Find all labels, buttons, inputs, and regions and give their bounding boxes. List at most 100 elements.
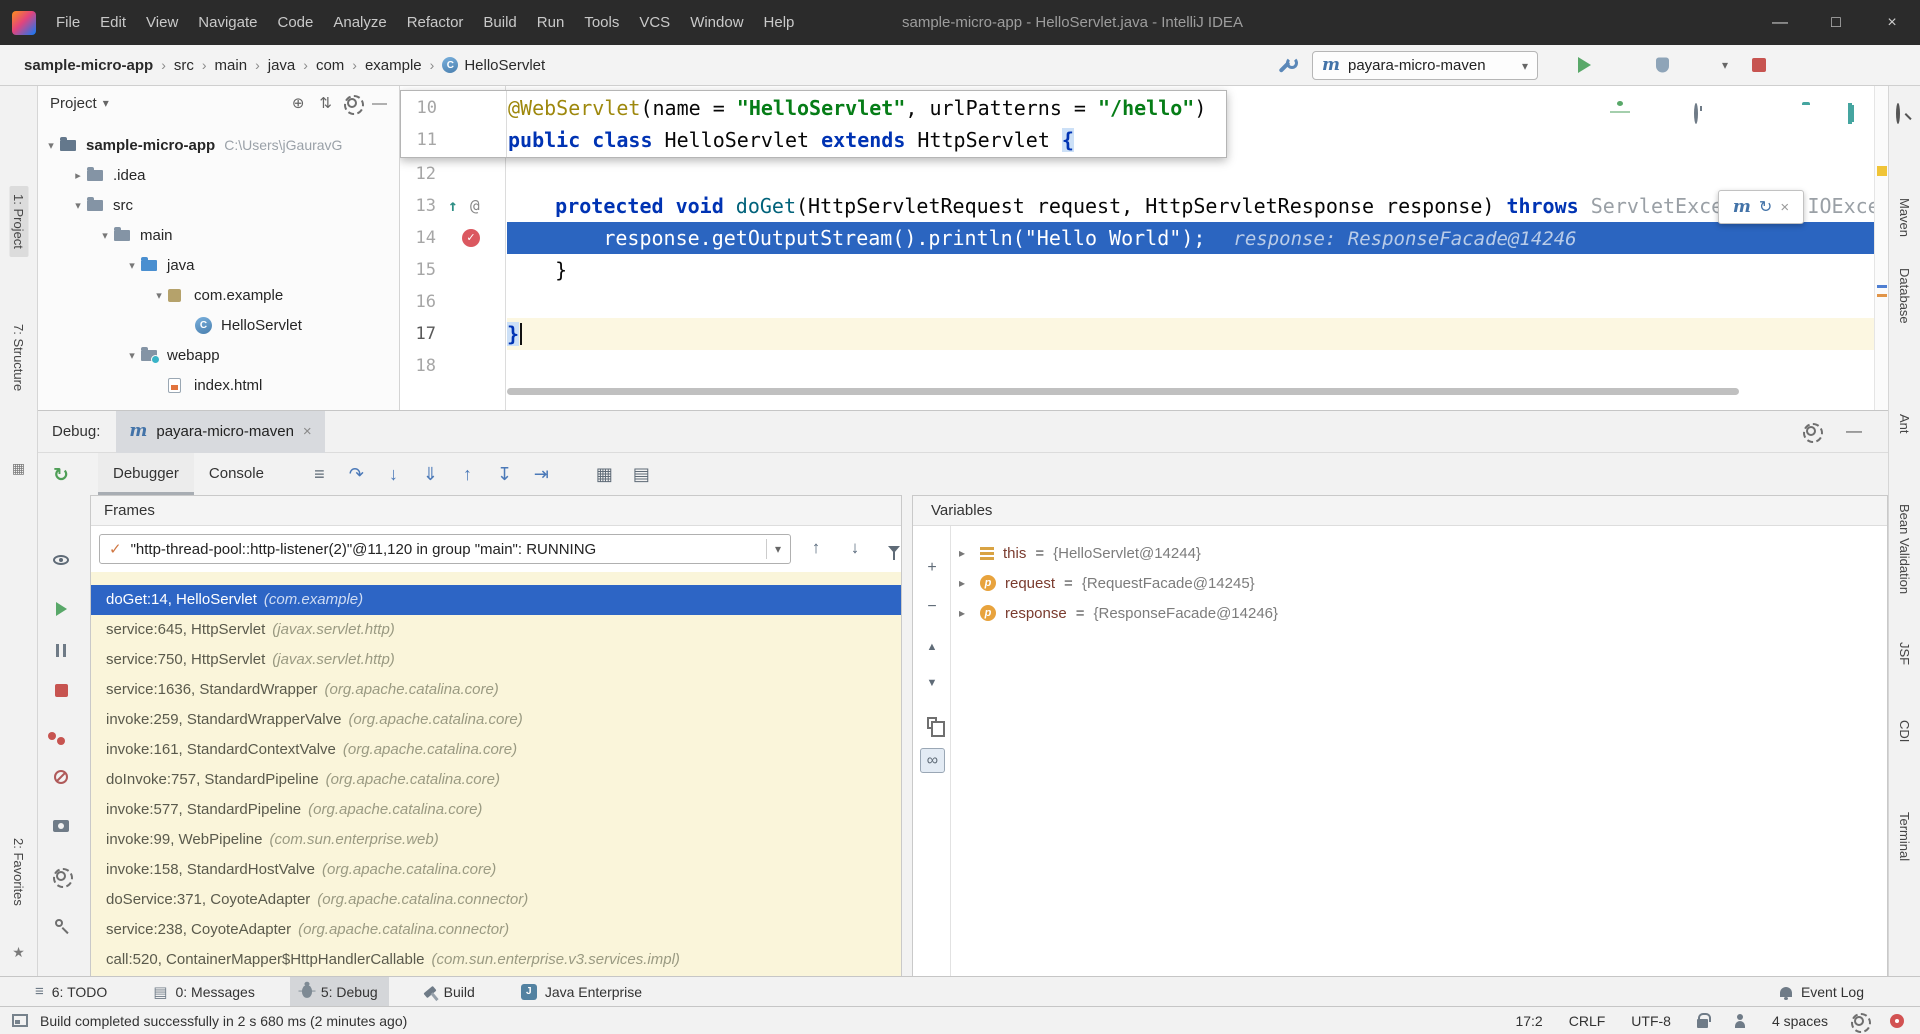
indent-size[interactable]: 4 spaces	[1772, 1013, 1828, 1029]
breadcrumb-item-HelloServlet[interactable]: CHelloServlet	[442, 57, 545, 74]
expand-caret-icon[interactable]: ▸	[959, 606, 971, 620]
run-config-selector[interactable]: m payara-micro-maven ▾	[1312, 51, 1538, 80]
stripe-structure[interactable]: 7: Structure	[11, 324, 26, 391]
stripe-jsf[interactable]: JSF	[1897, 642, 1912, 665]
code-line[interactable]	[507, 286, 1874, 318]
frame-row[interactable]: call:520, ContainerMapper$HttpHandlerCal…	[91, 945, 901, 975]
close-button[interactable]: ×	[1864, 0, 1920, 45]
variable-row-response[interactable]: ▸presponse={ResponseFacade@14246}	[951, 598, 1887, 628]
drop-frame-icon[interactable]: ↧	[486, 464, 523, 485]
close-icon[interactable]: ×	[303, 423, 312, 440]
frame-row[interactable]: invoke:259, StandardWrapperValve(org.apa…	[91, 705, 901, 735]
breadcrumb-item-sample-micro-app[interactable]: sample-micro-app	[24, 57, 153, 74]
run-icon[interactable]	[1578, 57, 1591, 73]
frame-row[interactable]: service:750, HttpServlet(javax.servlet.h…	[91, 645, 901, 675]
maximize-button[interactable]: □	[1808, 0, 1864, 45]
toolwindow-button-todo[interactable]: ≡6: TODO	[24, 977, 118, 1007]
frame-row[interactable]: service:1636, StandardWrapper(org.apache…	[91, 675, 901, 705]
thread-selector[interactable]: ✓ "http-thread-pool::http-listener(2)"@1…	[99, 534, 791, 564]
stripe-cdi[interactable]: CDI	[1897, 720, 1912, 742]
breadcrumb-item-com[interactable]: com	[316, 57, 344, 74]
tree-item-index-html[interactable]: index.html	[38, 370, 399, 400]
toolwindow-button-hammer[interactable]: Build	[413, 977, 486, 1007]
next-frame-icon[interactable]: ↓	[842, 538, 868, 558]
frame-row[interactable]: invoke:161, StandardContextValve(org.apa…	[91, 735, 901, 765]
watch-infinity-icon[interactable]: ∞	[920, 748, 945, 773]
tab-console[interactable]: Console	[194, 453, 279, 495]
tree-item-webapp[interactable]: ▾webapp	[38, 340, 399, 370]
refresh-icon[interactable]: ↻	[1759, 197, 1772, 217]
tree-item-src[interactable]: ▾src	[38, 190, 399, 220]
tree-caret-icon[interactable]: ▸	[69, 169, 87, 182]
evaluate-expression-icon[interactable]: ▦	[586, 464, 623, 485]
tree-caret-icon[interactable]: ▾	[42, 139, 60, 152]
profiler-icon[interactable]	[1694, 103, 1698, 124]
tree-caret-icon[interactable]: ▾	[123, 349, 141, 362]
tree-caret-icon[interactable]: ▾	[150, 289, 168, 302]
frame-row[interactable]: invoke:577, StandardPipeline(org.apache.…	[91, 795, 901, 825]
favorites-star-icon[interactable]: ★	[12, 944, 25, 961]
stripe-favorites[interactable]: 2: Favorites	[11, 838, 26, 906]
force-step-into-icon[interactable]: ⇓	[412, 464, 449, 485]
lock-icon[interactable]	[1697, 1019, 1708, 1028]
move-down-icon[interactable]: ▼	[913, 670, 951, 696]
editor[interactable]: 1213↑@ protected void doGet(HttpServletR…	[400, 86, 1874, 410]
warning-mark[interactable]	[1877, 294, 1887, 297]
view-options-icon[interactable]: ▤	[623, 464, 660, 485]
wrench-icon[interactable]	[1276, 56, 1294, 74]
tree-item-com-example[interactable]: ▾com.example	[38, 280, 399, 310]
stripe-terminal[interactable]: Terminal	[1897, 812, 1912, 861]
code-line[interactable]: public class HelloServlet extends HttpSe…	[508, 124, 1226, 156]
override-marker-icon[interactable]: ↑	[448, 190, 458, 222]
expand-caret-icon[interactable]: ▸	[959, 576, 971, 590]
minimize-button[interactable]: —	[1752, 0, 1808, 45]
caret-position[interactable]: 17:2	[1515, 1013, 1542, 1029]
restore-layout-icon[interactable]: ≡	[301, 464, 338, 485]
stripe-bean-validation[interactable]: Bean Validation	[1897, 504, 1912, 594]
editor-hscrollbar[interactable]	[507, 388, 1739, 395]
breadcrumb-item-java[interactable]: java	[268, 57, 296, 74]
step-over-icon[interactable]: ↷	[338, 464, 375, 485]
stripe-ant[interactable]: Ant	[1897, 414, 1912, 434]
frame-row[interactable]: invoke:158, StandardHostValve(org.apache…	[91, 855, 901, 885]
toolwindow-button-jee[interactable]: JJava Enterprise	[510, 977, 653, 1007]
frame-row[interactable]: service:238, CoyoteAdapter(org.apache.ca…	[91, 915, 901, 945]
structure-grid-icon[interactable]: ▦	[12, 460, 25, 477]
menu-help[interactable]: Help	[754, 0, 805, 45]
gear-icon[interactable]	[1854, 1016, 1864, 1026]
pin-icon[interactable]	[46, 913, 76, 937]
breakpoint-icon[interactable]: ✓	[462, 229, 480, 247]
move-up-icon[interactable]: ▲	[913, 634, 951, 660]
tree-item--idea[interactable]: ▸.idea	[38, 160, 399, 190]
chevron-down-icon[interactable]: ▾	[766, 539, 781, 559]
mute-breakpoints-icon[interactable]	[46, 765, 76, 789]
menu-edit[interactable]: Edit	[90, 0, 136, 45]
frame-row[interactable]: doService:371, CoyoteAdapter(org.apache.…	[91, 885, 901, 915]
breadcrumb-item-example[interactable]: example	[365, 57, 422, 74]
step-out-icon[interactable]: ↑	[449, 464, 486, 485]
settings-icon[interactable]	[46, 864, 76, 888]
pause-icon[interactable]	[46, 638, 76, 662]
tree-item-main[interactable]: ▾main	[38, 220, 399, 250]
frame-row[interactable]: doGet:14, HelloServlet(com.example)	[91, 585, 901, 615]
search-icon[interactable]	[1896, 103, 1900, 124]
code-line[interactable]: }	[507, 254, 1874, 286]
menu-tools[interactable]: Tools	[574, 0, 629, 45]
stripe-database[interactable]: Database	[1897, 268, 1912, 324]
frame-row[interactable]: service:645, HttpServlet(javax.servlet.h…	[91, 615, 901, 645]
debug-session-tab[interactable]: m payara-micro-maven ×	[116, 411, 324, 453]
coverage-icon[interactable]	[1656, 58, 1669, 73]
stripe-project[interactable]: 1: Project	[9, 186, 28, 257]
code-line[interactable]: }	[507, 318, 1874, 350]
menu-build[interactable]: Build	[473, 0, 526, 45]
menu-window[interactable]: Window	[680, 0, 753, 45]
tree-item-sample-micro-app[interactable]: ▾sample-micro-appC:\Users\jGauravG	[38, 130, 399, 160]
stop-icon[interactable]	[1752, 58, 1766, 72]
inspections-profile-icon[interactable]	[1734, 1014, 1746, 1028]
notification-icon[interactable]	[1890, 1014, 1904, 1028]
tree-item-HelloServlet[interactable]: CHelloServlet	[38, 310, 399, 340]
tab-debugger[interactable]: Debugger	[98, 453, 194, 495]
variable-row-request[interactable]: ▸prequest={RequestFacade@14245}	[951, 568, 1887, 598]
menu-vcs[interactable]: VCS	[629, 0, 680, 45]
line-separator[interactable]: CRLF	[1569, 1013, 1606, 1029]
